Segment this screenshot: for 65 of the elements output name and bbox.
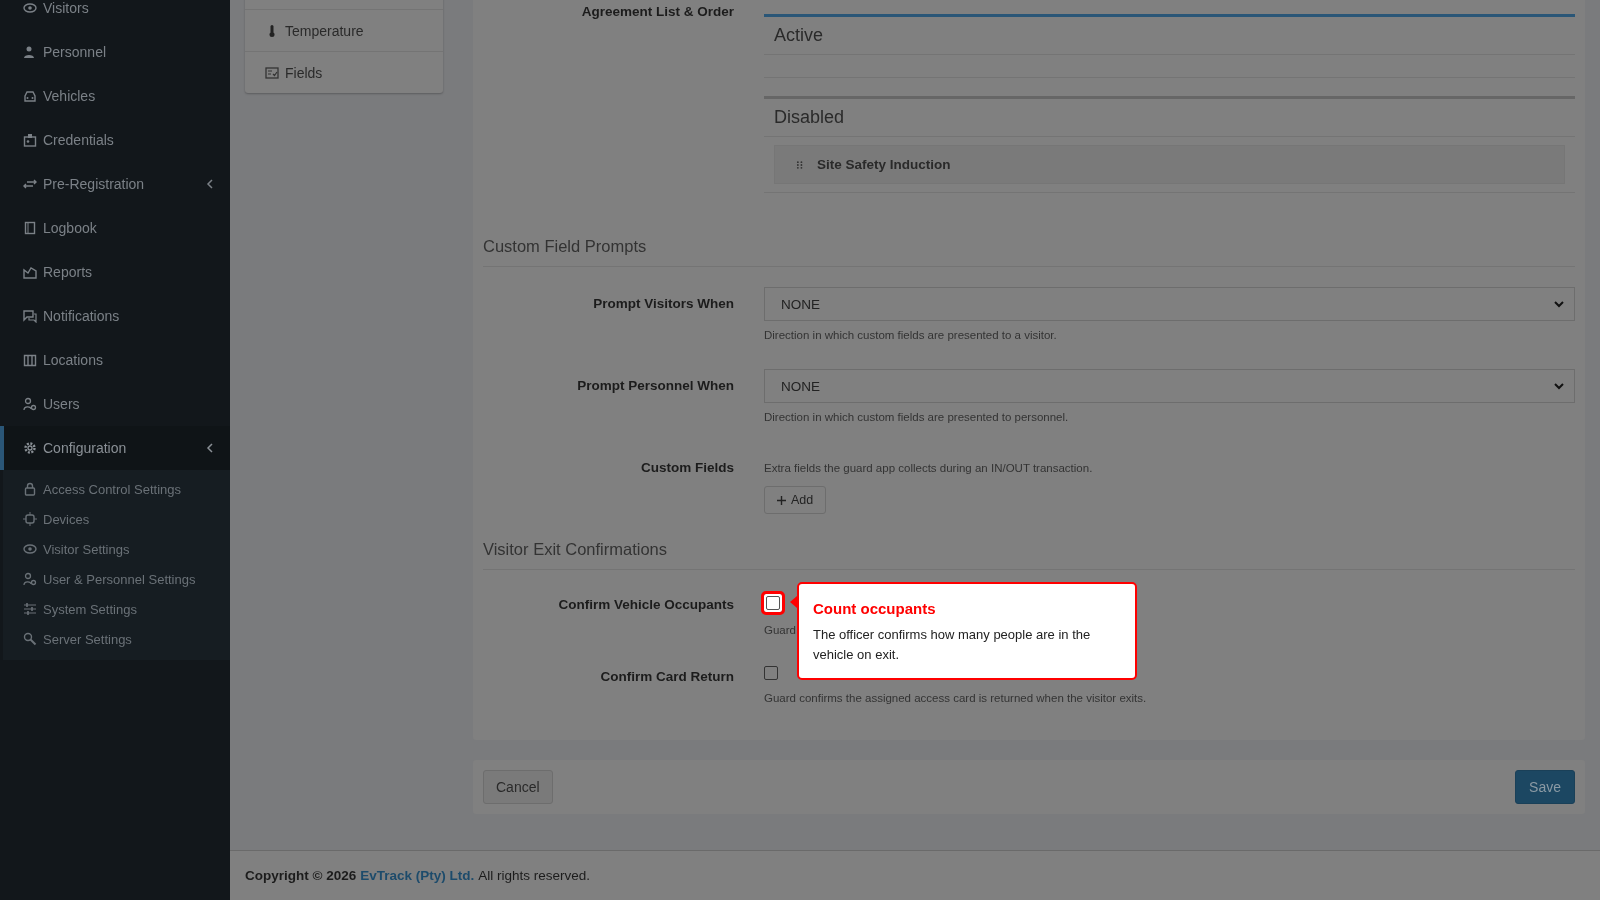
sidebar-item[interactable]: Visitors xyxy=(0,0,230,30)
panel-title: Disabled xyxy=(764,99,1575,137)
person-icon xyxy=(23,45,37,59)
caret-icon xyxy=(1554,300,1564,308)
help-text: Guard xyxy=(764,624,796,636)
car-icon xyxy=(23,89,37,103)
section-tab[interactable]: Fields xyxy=(245,52,443,93)
lock-icon xyxy=(23,482,37,496)
section-heading: Visitor Exit Confirmations xyxy=(483,532,1575,570)
help-text: Direction in which custom fields are presented to personnel. xyxy=(764,411,1069,423)
section-heading: Custom Field Prompts xyxy=(483,229,1575,267)
submenu-item[interactable]: User & Personnel Settings xyxy=(3,564,230,594)
field-label: Confirm Vehicle Occupants xyxy=(557,596,734,614)
field-label: Prompt Personnel When xyxy=(576,377,734,395)
submenu-item[interactable]: System Settings xyxy=(3,594,230,624)
sidebar-item[interactable]: Locations xyxy=(0,338,230,382)
copyright-text: Copyright © 2026 xyxy=(245,868,357,883)
field-label: Prompt Visitors When xyxy=(592,295,734,313)
tooltip-text: The officer confirms how many people are in the vehicle on exit. xyxy=(813,626,1092,664)
sidebar-item[interactable]: Vehicles xyxy=(0,74,230,118)
field-label: Confirm Card Return xyxy=(599,668,734,686)
chip-icon xyxy=(23,512,37,526)
sidebar-item[interactable]: Configuration xyxy=(0,426,230,470)
help-text: Direction in which custom fields are presented to a visitor. xyxy=(764,329,1057,341)
sidebar-item[interactable]: Credentials xyxy=(0,118,230,162)
eye-icon xyxy=(23,1,37,15)
help-text: Extra fields the guard app collects during an IN/OUT transaction. xyxy=(764,462,1093,474)
submenu-item[interactable]: Devices xyxy=(3,504,230,534)
sidebar-item[interactable]: Personnel xyxy=(0,30,230,74)
chart-icon xyxy=(23,265,37,279)
sidebar-item[interactable]: Reports xyxy=(0,250,230,294)
user-gear-icon xyxy=(23,397,37,411)
chat-icon xyxy=(23,309,37,323)
user-gear-icon xyxy=(23,572,37,586)
agreement-item[interactable]: Site Safety Induction xyxy=(774,145,1565,184)
caret-icon xyxy=(1554,382,1564,390)
cancel-button[interactable]: Cancel xyxy=(483,770,553,804)
submenu-item[interactable]: Visitor Settings xyxy=(3,534,230,564)
sidebar-item[interactable]: Logbook xyxy=(0,206,230,250)
plus-icon xyxy=(777,495,786,505)
sidebar-item[interactable]: Notifications xyxy=(0,294,230,338)
sliders-icon xyxy=(23,602,37,616)
rights-text: All rights reserved. xyxy=(478,868,591,883)
badge-icon xyxy=(23,133,37,147)
eye-icon xyxy=(23,542,37,556)
book-icon xyxy=(23,221,37,235)
panel-title: Active xyxy=(764,17,1575,55)
sidebar-item[interactable]: Users xyxy=(0,382,230,426)
sidebar-item[interactable]: Pre-Registration xyxy=(0,162,230,206)
help-text: Guard confirms the assigned access card is returned when the visitor exits. xyxy=(764,692,1147,704)
save-button[interactable]: Save xyxy=(1515,770,1575,804)
submenu-item[interactable]: Access Control Settings xyxy=(3,474,230,504)
add-button[interactable]: Add xyxy=(764,486,827,514)
field-label: Custom Fields xyxy=(640,459,734,477)
select-field[interactable]: NONE xyxy=(764,287,1575,321)
arrows-icon xyxy=(23,177,37,191)
checkbox[interactable] xyxy=(764,666,778,680)
select-field[interactable]: NONE xyxy=(764,369,1575,403)
field-label: Agreement List & Order xyxy=(580,3,734,21)
tooltip-title: Count occupants xyxy=(813,600,937,617)
map-icon xyxy=(23,353,37,367)
section-tab[interactable]: Temperature xyxy=(245,10,443,52)
submenu-item[interactable]: Server Settings xyxy=(3,624,230,654)
form-icon xyxy=(265,65,279,80)
company-link[interactable]: EvTrack (Pty) Ltd. xyxy=(360,868,475,883)
